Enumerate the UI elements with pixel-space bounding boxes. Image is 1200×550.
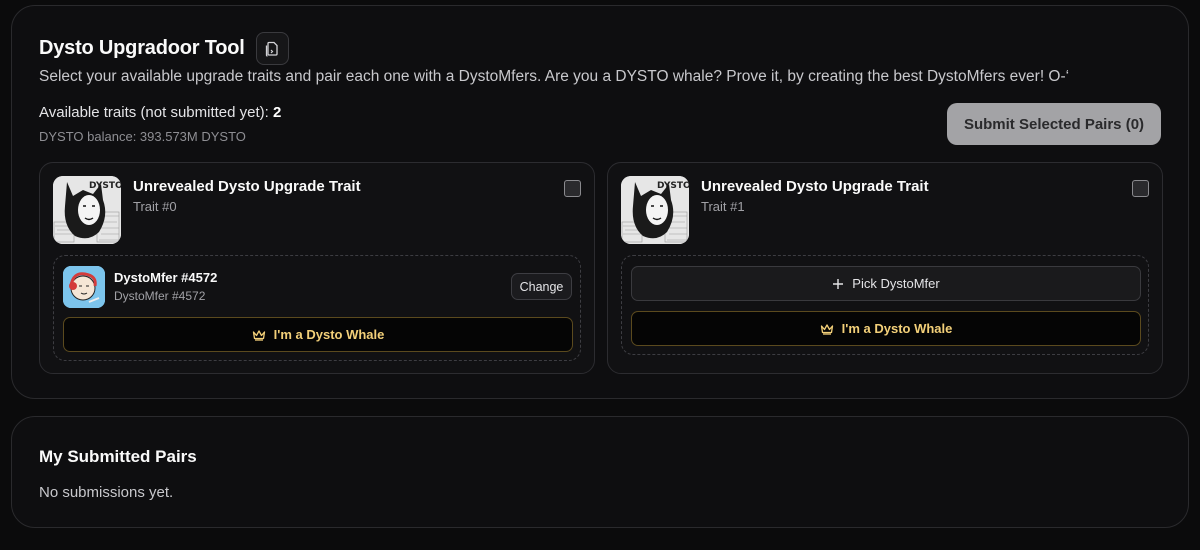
- available-traits-label: Available traits (not submitted yet):: [39, 104, 269, 121]
- mfer-name: DystoMfer #4572: [114, 270, 218, 285]
- pair-slot: Pick DystoMfer I'm a Dysto Whale: [621, 255, 1149, 355]
- upgradoor-panel: Dysto Upgradoor Tool Select your availab…: [11, 5, 1189, 399]
- submitted-pairs-empty: No submissions yet.: [39, 484, 174, 501]
- submitted-pairs-title: My Submitted Pairs: [39, 447, 197, 466]
- plus-icon: [833, 278, 844, 289]
- copy-page-icon: [265, 41, 278, 57]
- trait-image: DYSTO: [53, 176, 121, 244]
- trait-name: Unrevealed Dysto Upgrade Trait: [133, 178, 361, 195]
- title-row: Dysto Upgradoor Tool: [39, 32, 289, 65]
- trait-card: DYSTO Unrevealed Dysto Upgrade Trait Tra…: [607, 162, 1163, 374]
- trait-id: Trait #1: [701, 199, 745, 214]
- pair-slot: DystoMfer #4572 DystoMfer #4572 Change I…: [53, 255, 581, 361]
- available-traits-count: 2: [273, 104, 282, 121]
- svg-text:DYSTO: DYSTO: [89, 181, 121, 191]
- trait-name: Unrevealed Dysto Upgrade Trait: [701, 178, 929, 195]
- pick-mfer-button[interactable]: Pick DystoMfer: [631, 266, 1141, 301]
- dysto-whale-label: I'm a Dysto Whale: [273, 327, 385, 342]
- crown-icon: [252, 329, 265, 341]
- copy-button[interactable]: [255, 32, 289, 65]
- page-subtitle: Select your available upgrade traits and…: [39, 68, 1070, 85]
- mfer-image: [63, 266, 105, 308]
- svg-text:DYSTO: DYSTO: [657, 181, 689, 191]
- trait-card: DYSTO Unrevealed Dysto Upgrade Trait Tra…: [39, 162, 595, 374]
- pick-mfer-label: Pick DystoMfer: [852, 276, 940, 291]
- trait-image: DYSTO: [621, 176, 689, 244]
- submit-selected-pairs-button[interactable]: Submit Selected Pairs (0): [947, 103, 1161, 145]
- available-traits: Available traits (not submitted yet): 2: [39, 104, 281, 121]
- dysto-whale-button[interactable]: I'm a Dysto Whale: [63, 317, 573, 352]
- crown-icon: [820, 323, 833, 335]
- trait-select-checkbox[interactable]: [564, 180, 581, 197]
- submitted-pairs-panel: My Submitted Pairs No submissions yet.: [11, 416, 1189, 528]
- trait-id: Trait #0: [133, 199, 177, 214]
- trait-select-checkbox[interactable]: [1132, 180, 1149, 197]
- change-mfer-button[interactable]: Change: [511, 273, 572, 300]
- dysto-balance: DYSTO balance: 393.573M DYSTO: [39, 129, 246, 144]
- dysto-whale-label: I'm a Dysto Whale: [841, 321, 953, 336]
- mfer-subtitle: DystoMfer #4572: [114, 289, 206, 303]
- dysto-whale-button[interactable]: I'm a Dysto Whale: [631, 311, 1141, 346]
- page-title: Dysto Upgradoor Tool: [39, 37, 245, 59]
